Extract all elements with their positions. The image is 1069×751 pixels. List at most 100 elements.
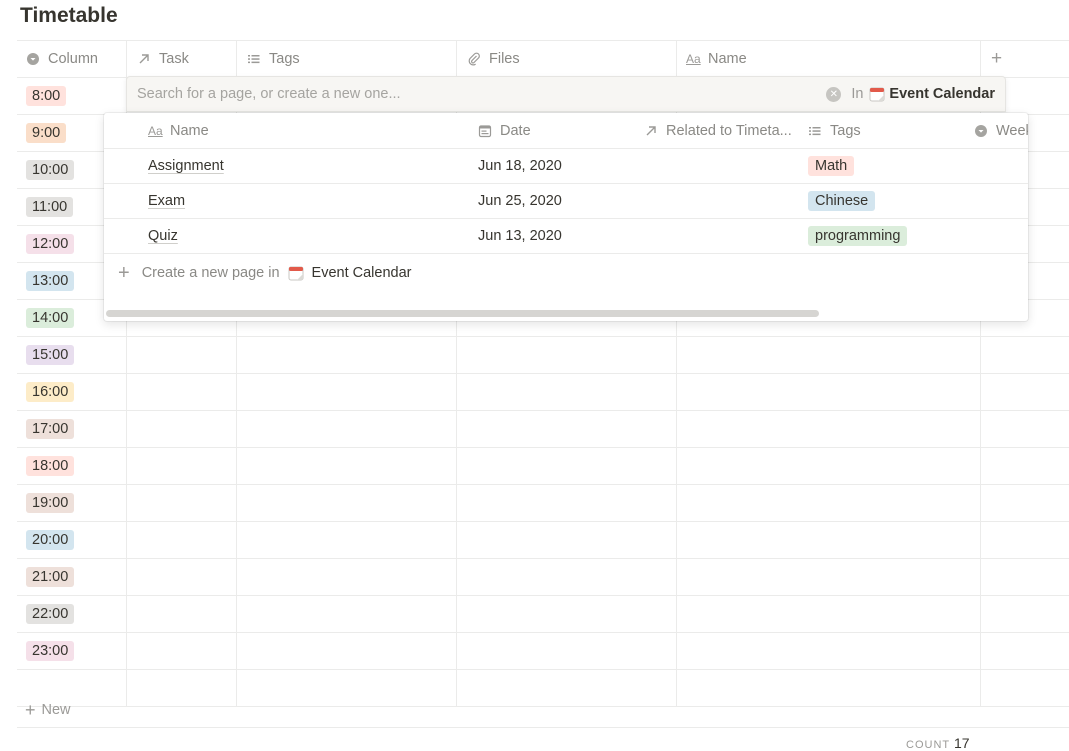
table-cell[interactable]: [677, 485, 981, 521]
time-cell[interactable]: 23:00: [17, 633, 127, 669]
table-cell[interactable]: [127, 559, 237, 595]
table-cell[interactable]: [981, 448, 1069, 484]
count-aggregate[interactable]: COUNT 17: [906, 735, 970, 751]
table-cell[interactable]: [457, 337, 677, 373]
calendar-emoji-icon: [869, 86, 885, 102]
table-cell[interactable]: [981, 633, 1069, 669]
column-header-task[interactable]: Task: [127, 41, 237, 77]
table-cell[interactable]: [127, 374, 237, 410]
time-tag: 12:00: [26, 234, 75, 254]
time-tag: 22:00: [26, 604, 75, 624]
table-row[interactable]: 18:00: [17, 448, 1069, 485]
horizontal-scrollbar[interactable]: [106, 310, 819, 317]
table-row[interactable]: 15:00: [17, 337, 1069, 374]
paperclip-icon: [467, 52, 485, 66]
popup-column-week: Week: [974, 113, 1028, 148]
table-cell[interactable]: [677, 559, 981, 595]
table-cell[interactable]: [237, 633, 457, 669]
table-cell[interactable]: [237, 596, 457, 632]
page-name[interactable]: Assignment: [148, 158, 224, 174]
time-tag: 14:00: [26, 308, 75, 328]
column-header-name[interactable]: Aa Name: [677, 41, 981, 77]
table-row[interactable]: 16:00: [17, 374, 1069, 411]
table-cell[interactable]: [457, 559, 677, 595]
table-cell[interactable]: [981, 559, 1069, 595]
table-cell[interactable]: [127, 448, 237, 484]
time-cell[interactable]: 15:00: [17, 337, 127, 373]
table-cell[interactable]: [127, 596, 237, 632]
table-cell[interactable]: [981, 337, 1069, 373]
page-name[interactable]: Exam: [148, 193, 185, 209]
time-cell[interactable]: 8:00: [17, 78, 127, 114]
table-cell[interactable]: [677, 633, 981, 669]
table-cell[interactable]: [677, 411, 981, 447]
table-cell[interactable]: [127, 337, 237, 373]
table-row[interactable]: 21:00: [17, 559, 1069, 596]
table-cell[interactable]: [237, 374, 457, 410]
table-cell[interactable]: [457, 522, 677, 558]
table-cell[interactable]: [127, 411, 237, 447]
time-cell[interactable]: 22:00: [17, 596, 127, 632]
table-row[interactable]: 22:00: [17, 596, 1069, 633]
time-cell[interactable]: 20:00: [17, 522, 127, 558]
time-tag: 17:00: [26, 419, 75, 439]
add-column-button[interactable]: +: [981, 41, 1069, 77]
time-cell[interactable]: 18:00: [17, 448, 127, 484]
table-cell[interactable]: [981, 596, 1069, 632]
tag-programming: programming: [808, 226, 908, 246]
table-cell[interactable]: [677, 448, 981, 484]
time-tag: 13:00: [26, 271, 75, 291]
table-row[interactable]: 20:00: [17, 522, 1069, 559]
table-cell[interactable]: [127, 522, 237, 558]
table-cell[interactable]: [237, 411, 457, 447]
table-cell[interactable]: [981, 522, 1069, 558]
table-cell[interactable]: [457, 411, 677, 447]
target-database[interactable]: Event Calendar: [889, 86, 995, 102]
column-header-files[interactable]: Files: [457, 41, 677, 77]
table-cell[interactable]: [457, 633, 677, 669]
popup-row-exam[interactable]: Exam Jun 25, 2020 Chinese: [104, 184, 1028, 219]
column-header-tags[interactable]: Tags: [237, 41, 457, 77]
popup-column-tags: Tags: [808, 113, 861, 148]
time-cell[interactable]: 17:00: [17, 411, 127, 447]
popup-row-assignment[interactable]: Assignment Jun 18, 2020 Math: [104, 149, 1028, 184]
table-cell[interactable]: [981, 374, 1069, 410]
table-cell[interactable]: [237, 485, 457, 521]
table-cell[interactable]: [457, 485, 677, 521]
new-row-button[interactable]: + New: [17, 693, 1069, 728]
time-cell[interactable]: 21:00: [17, 559, 127, 595]
popup-column-date: Date: [478, 113, 531, 148]
create-new-page-button[interactable]: + Create a new page in Event Calendar: [104, 255, 1028, 291]
table-row[interactable]: 17:00: [17, 411, 1069, 448]
table-cell[interactable]: [457, 374, 677, 410]
plus-icon: +: [25, 699, 36, 720]
page-date: Jun 25, 2020: [478, 193, 562, 209]
table-cell[interactable]: [237, 522, 457, 558]
table-cell[interactable]: [677, 374, 981, 410]
table-cell[interactable]: [237, 559, 457, 595]
table-cell[interactable]: [237, 337, 457, 373]
tag-math: Math: [808, 156, 855, 176]
table-cell[interactable]: [677, 596, 981, 632]
table-cell[interactable]: [127, 485, 237, 521]
time-cell[interactable]: 19:00: [17, 485, 127, 521]
table-row[interactable]: 19:00: [17, 485, 1069, 522]
time-cell[interactable]: 16:00: [17, 374, 127, 410]
table-cell[interactable]: [677, 522, 981, 558]
table-cell[interactable]: [457, 448, 677, 484]
table-cell[interactable]: [981, 485, 1069, 521]
table-row[interactable]: 23:00: [17, 633, 1069, 670]
relation-search-bar: ✕ In Event Calendar: [126, 76, 1006, 112]
column-header-column[interactable]: Column: [17, 41, 127, 77]
table-cell[interactable]: [127, 633, 237, 669]
text-aa-icon: Aa: [148, 123, 163, 138]
page-name[interactable]: Quiz: [148, 228, 178, 244]
table-cell[interactable]: [237, 448, 457, 484]
relation-search-input[interactable]: [127, 85, 827, 103]
clear-icon[interactable]: ✕: [826, 86, 842, 102]
table-cell[interactable]: [981, 411, 1069, 447]
select-icon: [974, 124, 992, 138]
table-cell[interactable]: [457, 596, 677, 632]
table-cell[interactable]: [677, 337, 981, 373]
popup-row-quiz[interactable]: Quiz Jun 13, 2020 programming: [104, 219, 1028, 254]
